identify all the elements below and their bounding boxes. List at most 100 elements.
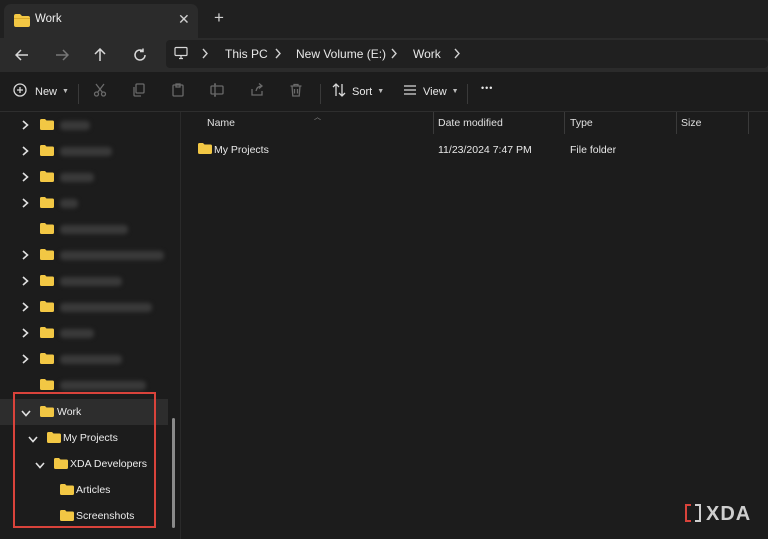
scissors-icon — [93, 83, 107, 100]
column-header-size[interactable]: Size — [681, 117, 701, 129]
table-row[interactable]: My Projects 11/23/2024 7:47 PM File fold… — [190, 140, 750, 160]
forward-icon[interactable] — [51, 44, 73, 66]
chevron-down-icon[interactable] — [28, 434, 38, 446]
breadcrumb-this-pc[interactable]: This PC — [225, 47, 268, 61]
tree-label: Work — [57, 406, 82, 418]
folder-icon — [60, 484, 74, 498]
folder-icon — [40, 406, 54, 420]
chevron-down-icon[interactable] — [35, 460, 45, 472]
blurred-label — [60, 251, 164, 260]
navigation-pane: Work My Projects XDA Developers Articles… — [0, 112, 181, 539]
breadcrumb-work[interactable]: Work — [413, 47, 441, 61]
back-icon[interactable] — [11, 44, 33, 66]
folder-icon — [40, 379, 54, 393]
chevron-right-icon[interactable] — [201, 48, 209, 62]
copy-icon — [132, 83, 146, 100]
up-arrow-icon[interactable] — [89, 44, 111, 66]
tree-item-xda-developers[interactable]: XDA Developers — [0, 451, 168, 477]
blurred-label — [60, 381, 146, 390]
rename-button[interactable] — [210, 83, 224, 100]
address-bar[interactable]: This PC New Volume (E:) Work — [166, 40, 768, 68]
sidebar-scrollbar[interactable] — [172, 418, 175, 528]
blurred-label — [60, 277, 122, 286]
folder-icon — [40, 171, 54, 185]
tree-item-my-projects[interactable]: My Projects — [0, 425, 168, 451]
new-button[interactable]: New ▼ — [13, 83, 69, 100]
tree-row-blurred[interactable] — [0, 216, 168, 242]
folder-icon — [40, 223, 54, 237]
tree-row-blurred[interactable] — [0, 346, 168, 372]
tree-row-blurred[interactable] — [0, 190, 168, 216]
blurred-label — [60, 303, 152, 312]
blurred-label — [60, 121, 90, 130]
tab-work[interactable]: Work ✕ — [4, 4, 198, 38]
folder-icon — [54, 458, 68, 472]
tree-label: Articles — [76, 484, 111, 496]
chevron-right-icon[interactable] — [22, 120, 29, 133]
tree-row-blurred[interactable] — [0, 138, 168, 164]
tree-row-blurred[interactable] — [0, 268, 168, 294]
paste-button[interactable] — [171, 83, 185, 100]
view-button[interactable]: View ▼ — [403, 83, 459, 100]
folder-icon — [40, 145, 54, 159]
chevron-right-icon[interactable] — [22, 250, 29, 263]
refresh-icon[interactable] — [129, 44, 151, 66]
column-header-date[interactable]: Date modified — [438, 117, 503, 129]
more-options-button[interactable]: ••• — [481, 83, 493, 93]
share-icon — [250, 83, 264, 100]
chevron-right-icon[interactable] — [22, 276, 29, 289]
new-tab-button[interactable]: + — [214, 8, 224, 28]
sort-caret-icon: ︿ — [314, 114, 321, 121]
chevron-right-icon[interactable] — [22, 146, 29, 159]
file-name: My Projects — [214, 144, 269, 156]
folder-icon — [40, 301, 54, 315]
copy-button[interactable] — [132, 83, 146, 100]
chevron-right-icon[interactable] — [22, 302, 29, 315]
delete-button[interactable] — [289, 83, 303, 100]
blurred-label — [60, 355, 122, 364]
chevron-right-icon[interactable] — [22, 354, 29, 367]
column-divider[interactable] — [433, 112, 434, 134]
column-divider[interactable] — [564, 112, 565, 134]
watermark-text: XDA — [706, 503, 752, 525]
chevron-right-icon[interactable] — [390, 48, 398, 62]
breadcrumb-new-volume[interactable]: New Volume (E:) — [296, 47, 386, 61]
chevron-right-icon[interactable] — [22, 198, 29, 211]
tree-item-articles[interactable]: Articles — [0, 477, 168, 503]
computer-icon — [174, 46, 188, 63]
divider — [320, 84, 321, 104]
blurred-label — [60, 173, 94, 182]
chevron-right-icon[interactable] — [274, 48, 282, 62]
folder-icon — [40, 249, 54, 263]
title-bar: Work ✕ + — [0, 0, 768, 38]
tree-row-blurred[interactable] — [0, 164, 168, 190]
file-list: ︿ Name Date modified Type Size My Projec… — [182, 112, 768, 539]
folder-icon — [60, 510, 74, 524]
share-button[interactable] — [250, 83, 264, 100]
chevron-right-icon[interactable] — [453, 48, 461, 62]
tree-row-blurred[interactable] — [0, 112, 168, 138]
tree-row-blurred[interactable] — [0, 242, 168, 268]
cut-button[interactable] — [93, 83, 107, 100]
column-header-name[interactable]: Name — [207, 117, 235, 129]
folder-icon — [47, 432, 61, 446]
tree-row-blurred[interactable] — [0, 320, 168, 346]
tree-label: Screenshots — [76, 510, 135, 522]
column-header-type[interactable]: Type — [570, 117, 593, 129]
navigation-bar: This PC New Volume (E:) Work — [0, 38, 768, 72]
blurred-label — [60, 147, 112, 156]
chevron-right-icon[interactable] — [22, 172, 29, 185]
tree-row-blurred[interactable] — [0, 294, 168, 320]
tree-row-blurred[interactable] — [0, 372, 168, 398]
blurred-label — [60, 199, 78, 208]
chevron-right-icon[interactable] — [22, 328, 29, 341]
tree-item-screenshots[interactable]: Screenshots — [0, 503, 168, 529]
sort-button[interactable]: Sort ▼ — [332, 83, 384, 100]
chevron-down-icon[interactable] — [21, 408, 31, 420]
folder-icon — [40, 327, 54, 341]
column-divider[interactable] — [676, 112, 677, 134]
column-divider[interactable] — [748, 112, 749, 134]
close-icon[interactable]: ✕ — [178, 11, 190, 28]
tree-item-work[interactable]: Work — [0, 399, 168, 425]
plus-circle-icon — [13, 83, 27, 100]
